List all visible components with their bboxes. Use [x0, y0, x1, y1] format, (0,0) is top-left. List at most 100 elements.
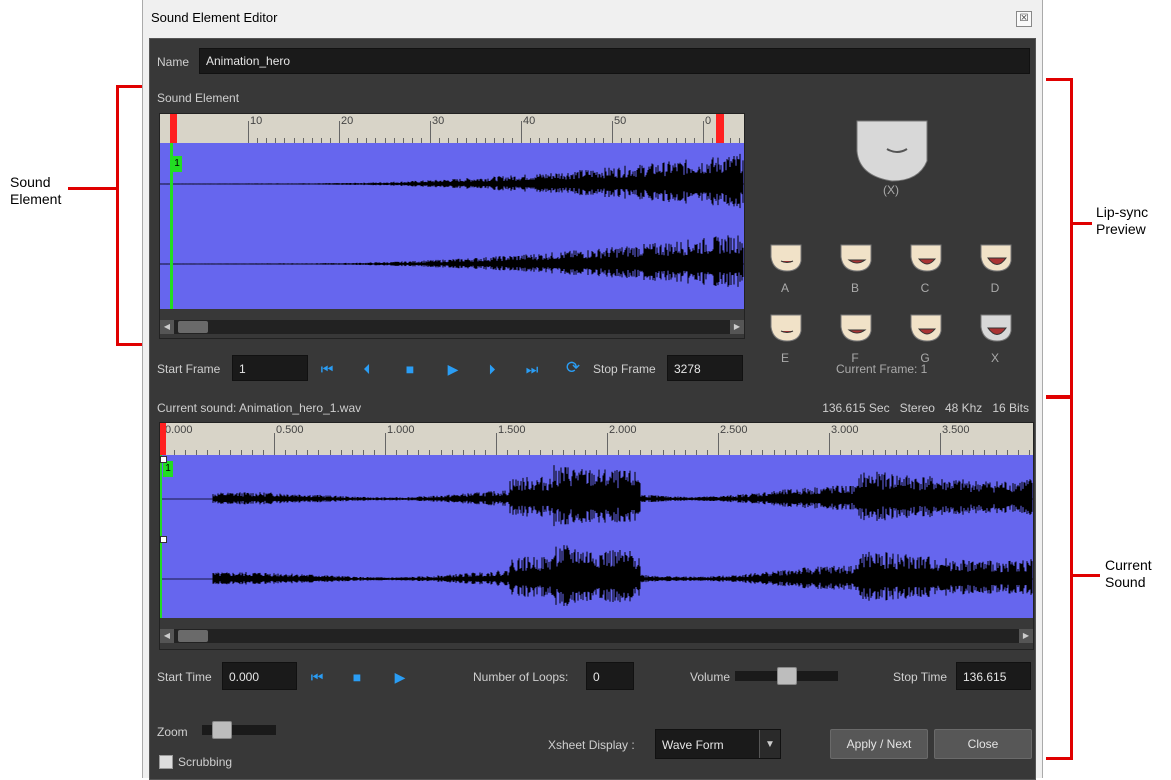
ruler-major-tick — [612, 121, 613, 143]
scrubbing-checkbox[interactable] — [159, 755, 173, 769]
wave-channel — [160, 153, 744, 209]
go-to-first-icon[interactable]: ⏮ — [318, 361, 336, 377]
frame-ruler[interactable]: 10 20 30 40 50 0 — [160, 114, 744, 144]
scroll-thumb[interactable] — [178, 630, 208, 642]
ruler-label: 50 — [614, 115, 627, 127]
next-frame-icon[interactable]: ⏵ — [483, 361, 501, 377]
stop-frame-field[interactable]: 3278 — [667, 355, 743, 381]
ruler-label: 30 — [432, 115, 445, 127]
ruler-label: 0.500 — [276, 424, 304, 436]
mouth-label: X — [990, 351, 999, 365]
sound-element-waveform[interactable] — [160, 143, 744, 309]
ruler-major-tick — [521, 121, 522, 143]
sound-element-scrollbar[interactable]: ◀ ▶ — [160, 320, 744, 334]
rewind-icon[interactable]: ⏮ — [308, 669, 326, 685]
current-sound-timeline: 0.000 0.500 1.000 1.500 2.000 2.500 3.000 3.500… — [159, 422, 1034, 650]
stop-icon[interactable]: ■ — [401, 361, 419, 377]
bracket-join-current-sound — [1070, 574, 1100, 577]
ruler-label: 10 — [250, 115, 263, 127]
time-ruler[interactable]: 0.000 0.500 1.000 1.500 2.000 2.500 3.000 3.500 — [160, 423, 1033, 456]
loops-field[interactable]: 0 — [586, 662, 634, 690]
mouth-label: D — [990, 281, 1000, 295]
close-button[interactable]: Close — [934, 729, 1032, 759]
stop-sound-icon[interactable]: ■ — [348, 669, 366, 685]
window-title: Sound Element Editor — [151, 10, 278, 25]
mouth-b-icon[interactable] — [837, 243, 873, 273]
title-bar[interactable]: Sound Element Editor ☒ — [143, 0, 1042, 38]
stop-marker[interactable] — [716, 114, 724, 143]
scroll-right-icon[interactable]: ▶ — [730, 320, 744, 334]
envelope-handle[interactable] — [160, 456, 167, 463]
xsheet-display-select[interactable]: Wave Form ▼ — [655, 729, 781, 759]
time-start-marker[interactable] — [160, 423, 166, 455]
ruler-major-tick — [385, 433, 386, 455]
sound-element-label: Sound Element — [157, 91, 240, 105]
callout-current-sound: Current Sound — [1105, 557, 1171, 591]
stop-time-label: Stop Time — [893, 670, 948, 684]
sound-element-wave-svg — [160, 153, 744, 287]
name-label: Name — [157, 55, 190, 69]
mouth-f-icon[interactable] — [837, 313, 873, 343]
start-time-label: Start Time — [157, 670, 212, 684]
zoom-label: Zoom — [157, 725, 188, 739]
callout-sound-element: Sound Element — [10, 174, 80, 208]
volume-knob[interactable] — [777, 667, 797, 685]
previous-frame-icon[interactable]: ⏴ — [358, 361, 376, 377]
mouth-e-icon[interactable] — [767, 313, 803, 343]
current-sound-waveform[interactable] — [160, 455, 1033, 618]
envelope-handle[interactable] — [160, 536, 167, 543]
lip-sync-preview: (X) ABCDEFGX Current Frame: 1 — [755, 101, 1033, 387]
zoom-slider[interactable] — [202, 721, 276, 739]
go-to-last-icon[interactable]: ⏭ — [523, 361, 541, 377]
large-mouth-icon — [856, 120, 928, 182]
xsheet-display-value: Wave Form — [662, 738, 724, 752]
bracket-join-lip-sync — [1070, 222, 1092, 225]
ruler-label: 0 — [705, 115, 712, 127]
name-field[interactable]: Animation_hero — [199, 48, 1030, 74]
ruler-label: 40 — [523, 115, 536, 127]
ruler-major-tick — [430, 121, 431, 143]
start-frame-label: Start Frame — [157, 362, 221, 376]
mouth-label: E — [780, 351, 789, 365]
scroll-thumb[interactable] — [178, 321, 208, 333]
mouth-c-icon[interactable] — [907, 243, 943, 273]
mouth-label: C — [920, 281, 930, 295]
volume-slider[interactable] — [735, 667, 838, 685]
zoom-knob[interactable] — [212, 721, 232, 739]
current-sound-scrollbar[interactable]: ◀ ▶ — [160, 629, 1033, 643]
scroll-left-icon[interactable]: ◀ — [160, 320, 174, 334]
mouth-a-icon[interactable] — [767, 243, 803, 273]
editor-panel: Name Animation_hero Sound Element 10 20 30… — [149, 38, 1036, 780]
mouth-g-icon[interactable] — [907, 313, 943, 343]
start-time-field[interactable]: 0.000 — [222, 662, 297, 690]
callout-current-sound-text: Current Sound — [1105, 557, 1152, 590]
mouth-d-icon[interactable] — [977, 243, 1013, 273]
close-window-icon[interactable]: ☒ — [1016, 11, 1032, 27]
mouth-x-icon[interactable] — [977, 313, 1013, 343]
play-sound-icon[interactable]: ▶ — [391, 669, 409, 685]
wave-channel — [212, 545, 1033, 607]
large-mouth-label: (X) — [883, 183, 899, 197]
loop-icon[interactable]: ⟳ — [564, 359, 582, 376]
ruler-major-tick — [607, 433, 608, 455]
bracket-join-sound-element — [92, 187, 119, 190]
stop-frame-label: Stop Frame — [593, 362, 656, 376]
chevron-down-icon[interactable]: ▼ — [759, 730, 780, 758]
time-frame-marker-label: 1 — [163, 461, 173, 477]
mouth-label: A — [780, 281, 789, 295]
start-frame-field[interactable]: 1 — [232, 355, 308, 381]
ruler-label: 3.000 — [831, 424, 859, 436]
apply-next-button[interactable]: Apply / Next — [830, 729, 928, 759]
play-icon[interactable]: ▶ — [444, 361, 462, 377]
scroll-left-icon[interactable]: ◀ — [160, 629, 174, 643]
volume-label: Volume — [690, 670, 731, 684]
ruler-major-tick — [829, 433, 830, 455]
frame-marker-label: 1 — [172, 156, 182, 172]
bracket-lip-sync — [1046, 78, 1073, 398]
ruler-label: 0.000 — [165, 424, 193, 436]
scroll-right-icon[interactable]: ▶ — [1019, 629, 1033, 643]
ruler-major-tick — [718, 433, 719, 455]
start-marker[interactable] — [170, 114, 177, 143]
stop-time-field[interactable]: 136.615 — [956, 662, 1031, 690]
ruler-major-tick — [339, 121, 340, 143]
